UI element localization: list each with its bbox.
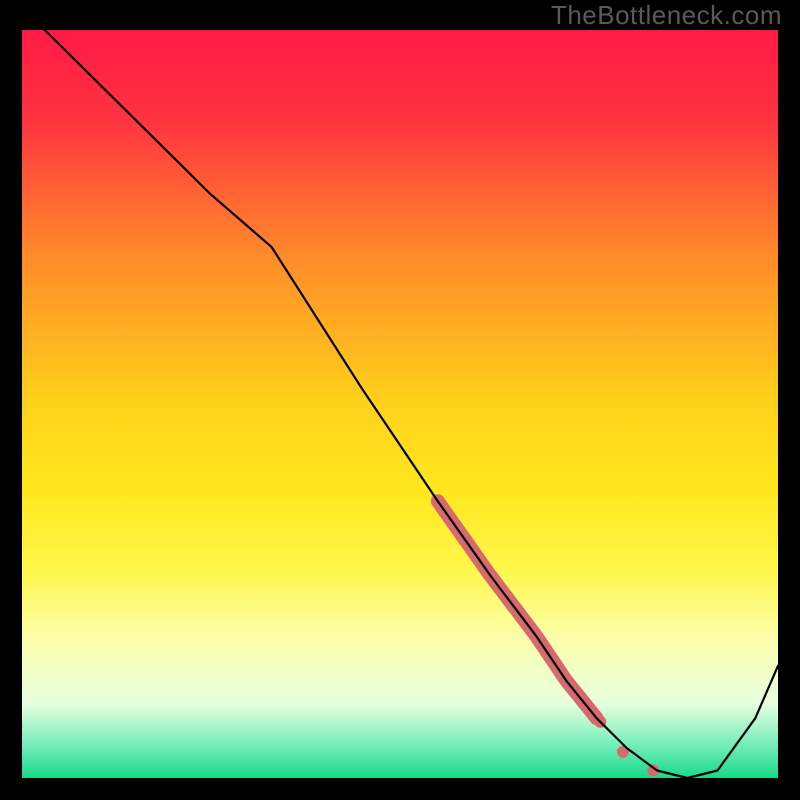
watermark-text: TheBottleneck.com <box>551 0 782 31</box>
bottleneck-chart <box>0 0 800 800</box>
chart-frame: TheBottleneck.com <box>0 0 800 800</box>
chart-background <box>22 30 778 778</box>
